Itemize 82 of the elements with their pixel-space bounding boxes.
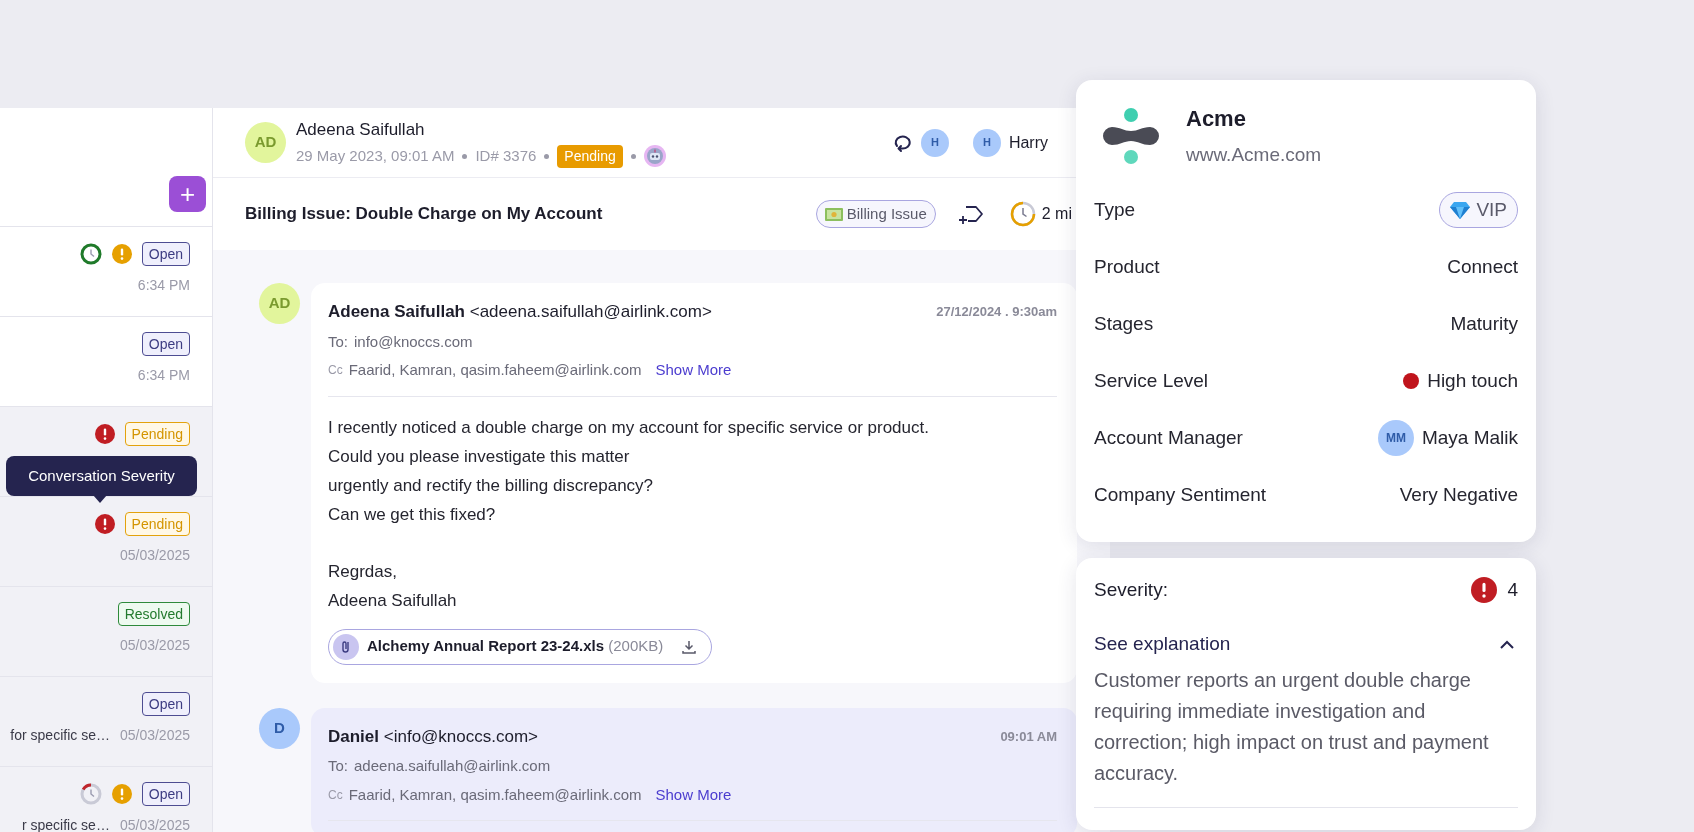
body-text-line: I recently noticed a double charge on my account for specific service or product. — [328, 416, 930, 439]
conversation-id: ID# 3376 — [475, 146, 537, 166]
recipient-email: info@knoccs.com — [354, 331, 473, 352]
type-badge: VIP — [1439, 192, 1518, 228]
show-more-link[interactable]: Show More — [655, 359, 732, 382]
field-value: Connect — [1447, 254, 1518, 279]
paperclip-icon — [333, 633, 359, 660]
timer-icon — [1009, 201, 1036, 227]
cc-recipients: Faarid, Kamran, qasim.faheem@airlink.com — [348, 784, 642, 805]
avatar: AD — [259, 283, 300, 324]
field-label: Type — [1094, 197, 1136, 222]
field-label: Company Sentiment — [1094, 482, 1267, 507]
attachment-name: Alchemy Annual Report 23-24.xls (200KB) — [367, 636, 664, 657]
cc-recipients: Faarid, Kamran, qasim.faheem@airlink.com — [348, 360, 642, 380]
avatar: H — [920, 128, 949, 157]
timestamp: 6:34 PM — [137, 366, 190, 385]
field-value: Very Negative — [1399, 482, 1518, 507]
show-more-link[interactable]: Show More — [655, 783, 732, 806]
status-badge: Pending — [557, 144, 623, 168]
money-icon — [824, 207, 843, 221]
status-badge: Resolved — [117, 602, 190, 626]
customer-name: Adeena Saifullah — [296, 119, 426, 142]
add-button[interactable]: + — [169, 176, 206, 212]
timestamp: 05/03/2025 — [119, 726, 190, 745]
severity-label: Severity: — [1094, 577, 1168, 602]
company-name: Acme — [1186, 105, 1247, 133]
timestamp: 6:34 PM — [137, 276, 190, 295]
body-text-line: Could you please investigate this matter — [328, 445, 631, 468]
company-website: www.Acme.com — [1186, 143, 1322, 167]
status-badge: Pending — [124, 422, 190, 446]
body-text-line: urgently and rectify the billing discrepancy? — [328, 474, 655, 497]
conversation-row[interactable]: Open r specific se… 05/03/2025 — [0, 767, 212, 832]
timestamp: 05/03/2025 — [119, 816, 190, 832]
conversation-date: 29 May 2023, 09:01 AM — [296, 146, 455, 166]
chevron-icon — [1500, 639, 1514, 649]
alert-icon — [1471, 576, 1498, 603]
message-snippet: for specific se… — [10, 726, 110, 745]
timestamp: 05/03/2025 — [119, 546, 190, 565]
timer-text: 2 mi — [1041, 204, 1072, 224]
cc-label: Cc — [328, 362, 343, 380]
conversation-row[interactable]: Resolved 05/03/2025 — [0, 587, 212, 677]
message-snippet: r specific se… — [22, 816, 110, 832]
avatar: H — [972, 128, 1001, 157]
download-icon — [681, 638, 698, 655]
status-badge: Open — [141, 242, 190, 266]
field-label: Service Level — [1094, 368, 1209, 393]
body-text-line: Regrdas, — [328, 560, 398, 583]
field-label: Account Manager — [1094, 425, 1243, 450]
avatar: AD — [245, 122, 286, 163]
severity-value: 4 — [1507, 577, 1518, 602]
email-sender: Adeena Saifullah <adeena.saifullah@airlink.com> — [328, 301, 712, 323]
timestamp: 05/03/2025 — [119, 636, 190, 655]
recipient-email: adeena.saifullah@airlink.com — [354, 756, 551, 776]
field-value: Maturity — [1450, 311, 1518, 336]
avatar: D — [259, 707, 300, 749]
tooltip-arrow-icon — [93, 495, 107, 503]
conversation-row[interactable]: Open for specific se… 05/03/2025 — [0, 677, 212, 767]
robot-icon — [643, 145, 666, 168]
explanation-text: Customer reports an urgent double charge requiring immediate investigation and correction; high impact on trust and payment accuracy. — [1094, 667, 1490, 786]
field-value: Maya Malik — [1421, 425, 1518, 450]
cc-label: Cc — [328, 786, 343, 804]
body-text-line: Adeena Saifullah — [328, 589, 458, 612]
diamond-icon — [1450, 201, 1471, 219]
field-value: High touch — [1427, 368, 1518, 393]
status-badge: Open — [141, 782, 190, 806]
email-sender: Daniel <info@knoccs.com> — [328, 725, 539, 748]
to-label: To: — [328, 756, 348, 776]
email-time: 09:01 AM — [1000, 727, 1057, 746]
field-label: Stages — [1094, 311, 1154, 336]
body-text-line: Can we get this fixed? — [328, 503, 497, 526]
explanation-toggle[interactable]: See explanation — [1094, 630, 1518, 659]
assignee-chip[interactable]: H Harry — [972, 128, 1048, 157]
status-badge: Open — [141, 332, 190, 356]
status-badge: Open — [141, 692, 190, 716]
field-label: Product — [1094, 254, 1160, 279]
conversation-subject: Billing Issue: Double Charge on My Account — [245, 203, 603, 226]
tag-chip: Billing Issue — [815, 200, 936, 228]
status-badge: Pending — [124, 512, 190, 536]
company-logo-icon — [1102, 106, 1160, 165]
to-label: To: — [328, 331, 348, 352]
avatar: MM — [1377, 420, 1414, 456]
email-time: 27/12/2024 . 9:30am — [936, 303, 1057, 321]
